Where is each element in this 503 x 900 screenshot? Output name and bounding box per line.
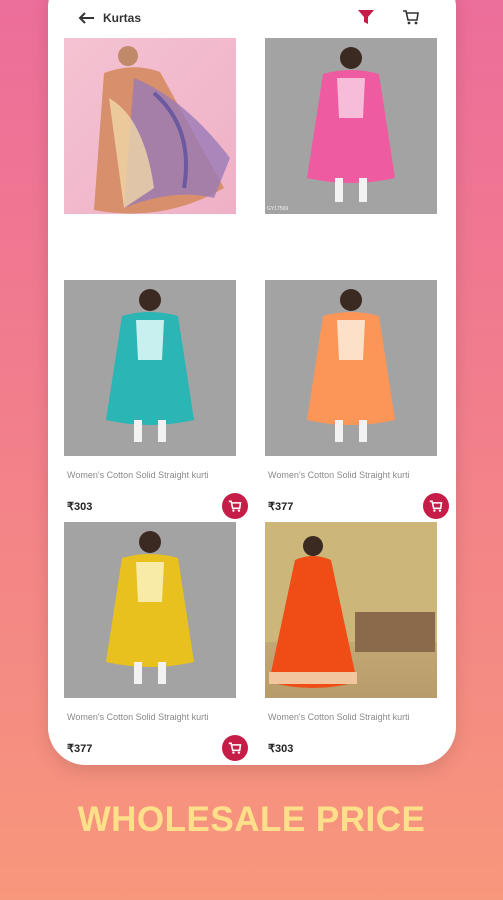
product-card[interactable]: Women's Cotton Solid Straight kurti ₹303: [48, 280, 248, 524]
cart-icon: [429, 500, 443, 512]
phone-frame: Kurtas GY17569 Women's Cotton Solid Stra…: [48, 0, 456, 765]
product-image[interactable]: [265, 522, 437, 698]
product-card[interactable]: Women's Cotton Solid Straight kurti ₹303: [249, 522, 437, 765]
product-card[interactable]: Women's Cotton Solid Straight kurti ₹377: [48, 522, 248, 765]
product-name: Women's Cotton Solid Straight kurti: [268, 712, 410, 722]
product-card[interactable]: [48, 38, 236, 282]
product-card[interactable]: GY17569: [249, 38, 437, 282]
add-to-cart-button[interactable]: [423, 493, 449, 519]
product-price: ₹303: [268, 743, 294, 755]
page-title: Kurtas: [103, 11, 142, 25]
product-image[interactable]: [64, 522, 236, 698]
product-image[interactable]: [64, 38, 236, 214]
product-price: ₹377: [67, 743, 93, 755]
add-to-cart-button[interactable]: [222, 493, 248, 519]
add-to-cart-button[interactable]: [222, 735, 248, 761]
product-name: Women's Cotton Solid Straight kurti: [67, 470, 209, 480]
arrow-left-icon[interactable]: [76, 8, 98, 28]
product-price: ₹377: [268, 501, 294, 513]
cart-icon: [228, 742, 242, 754]
promo-banner-text: WHOLESALE PRICE: [77, 800, 426, 839]
product-name: Women's Cotton Solid Straight kurti: [67, 712, 209, 722]
product-image[interactable]: [64, 280, 236, 456]
product-code: GY17569: [267, 206, 289, 212]
product-image[interactable]: GY17569: [265, 38, 437, 214]
cart-icon[interactable]: [402, 8, 420, 26]
product-name: Women's Cotton Solid Straight kurti: [268, 470, 410, 480]
cart-icon: [228, 500, 242, 512]
app-bar: Kurtas: [48, 0, 456, 36]
filter-icon[interactable]: [357, 8, 375, 26]
product-image[interactable]: [265, 280, 437, 456]
product-price: ₹303: [67, 501, 93, 513]
product-card[interactable]: Women's Cotton Solid Straight kurti ₹377: [249, 280, 449, 524]
